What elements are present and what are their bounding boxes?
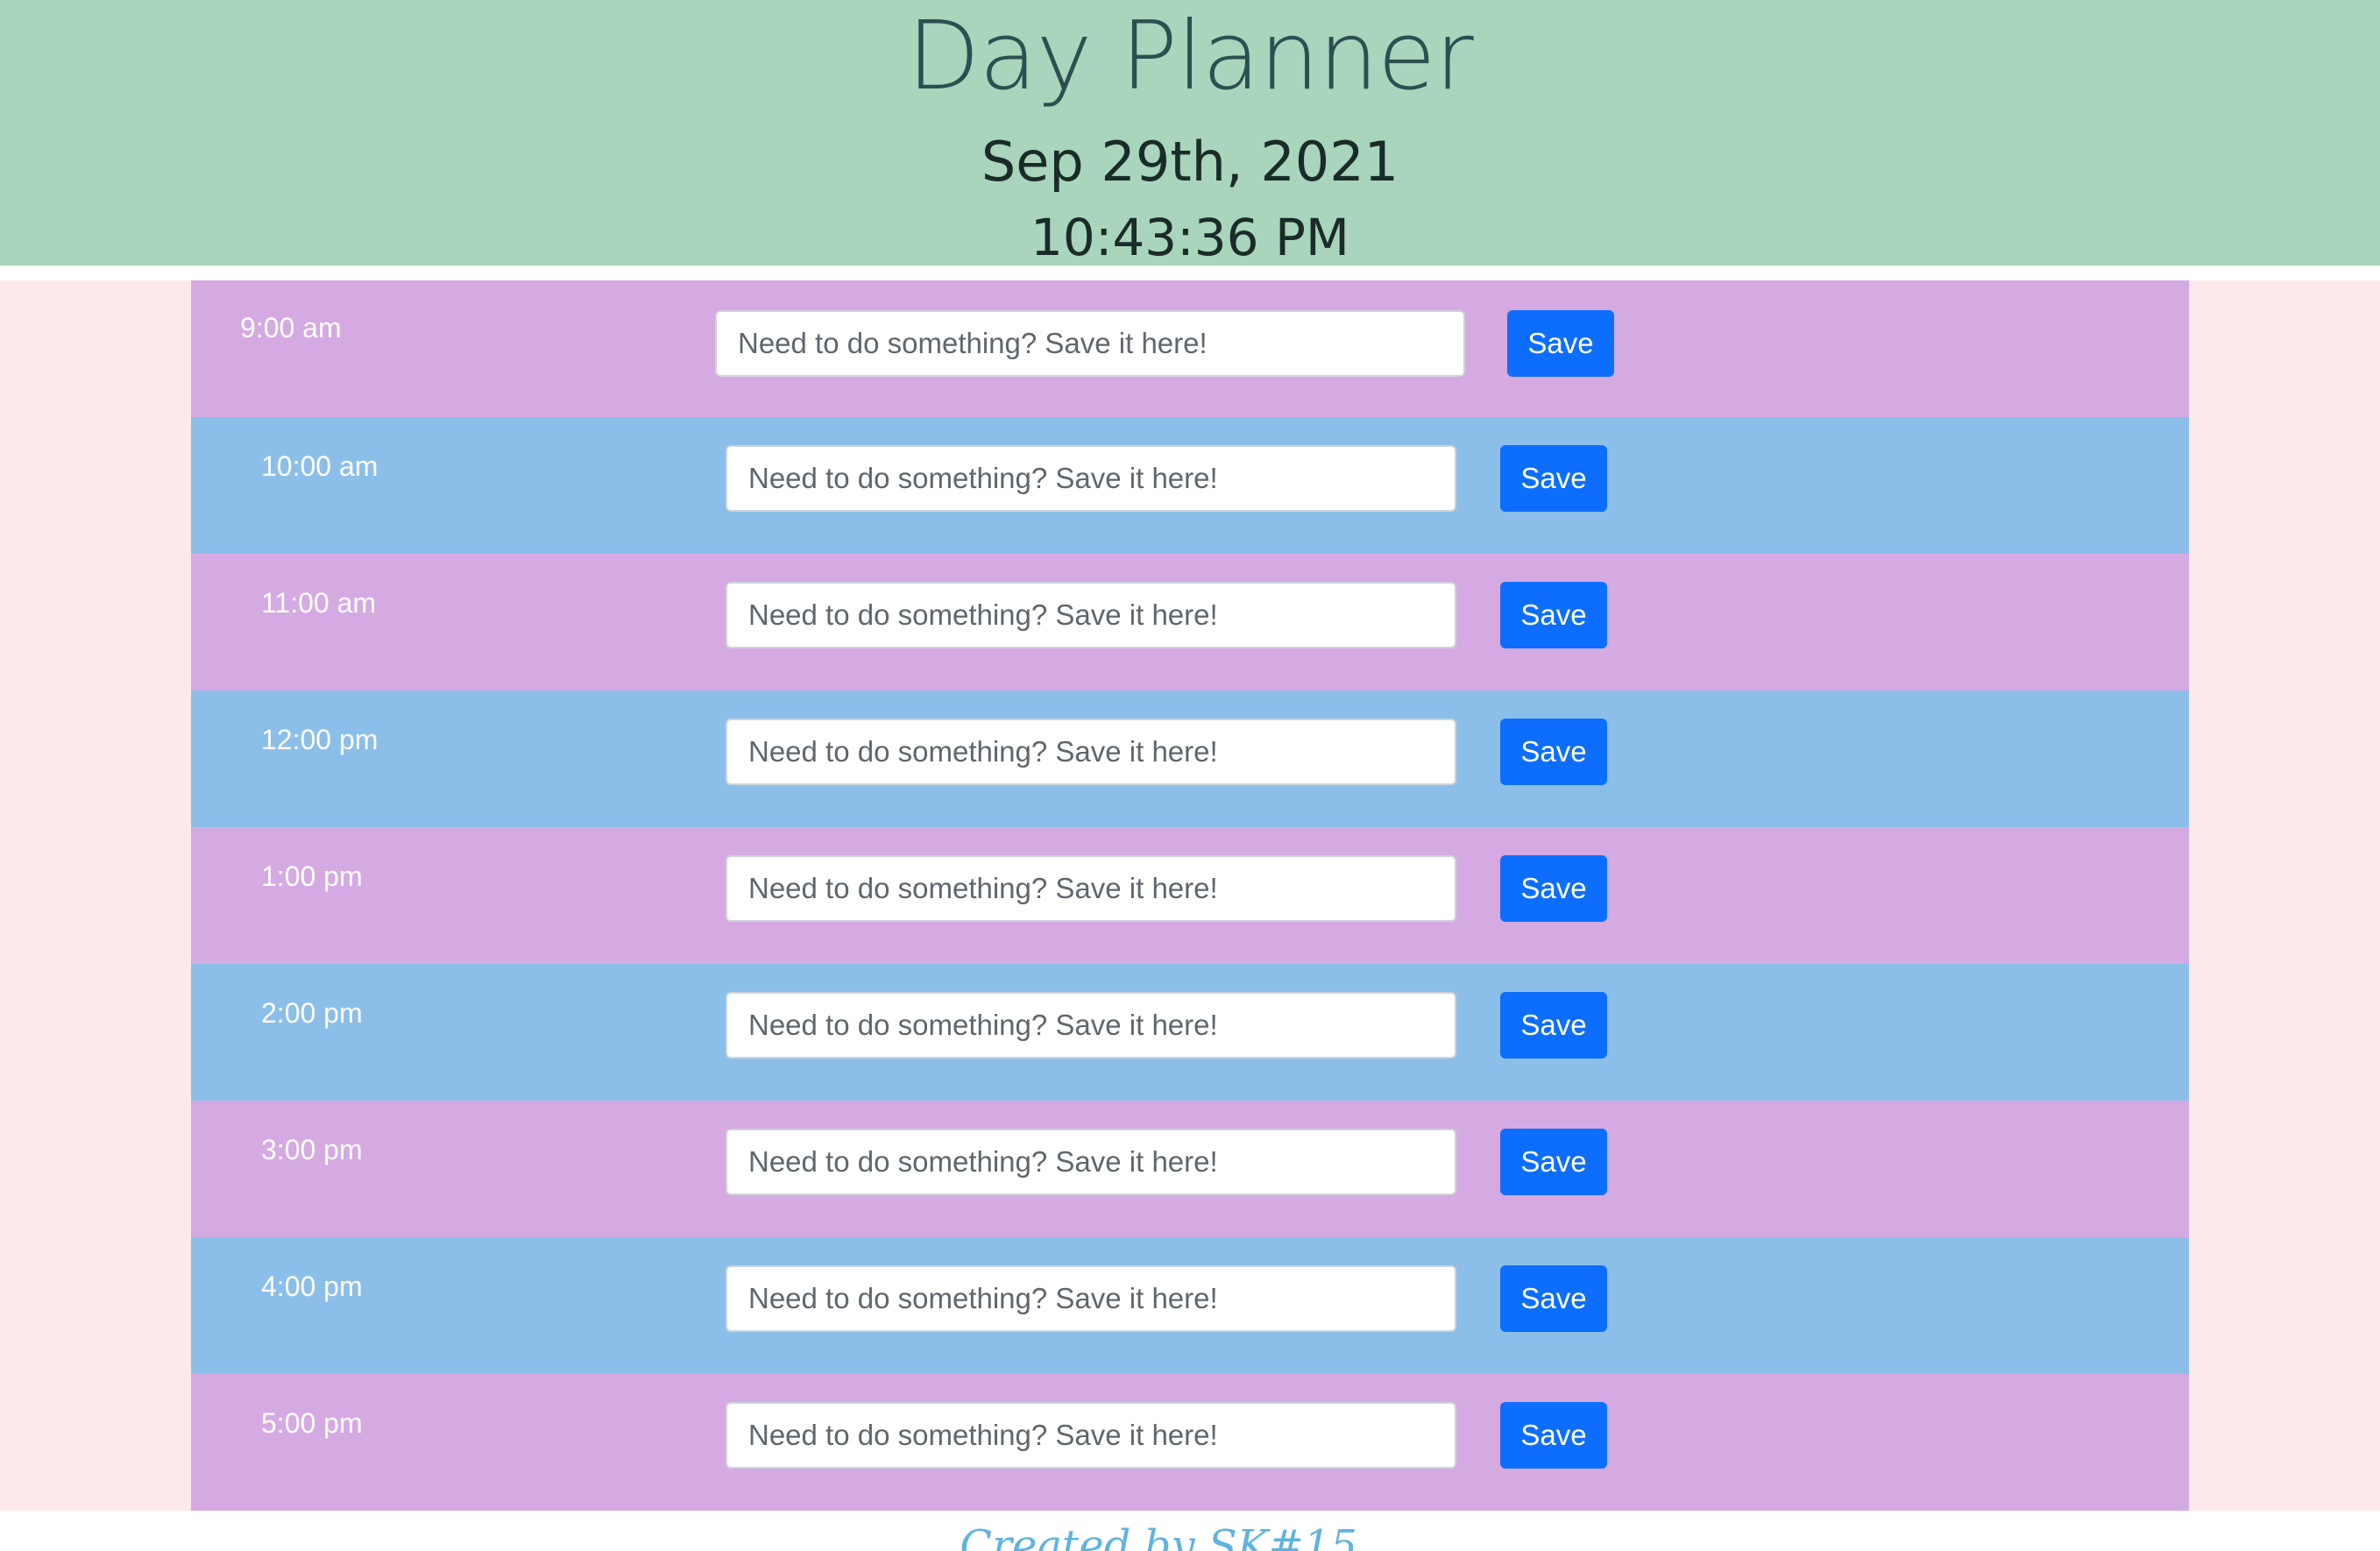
- current-time: 10:43:36 PM: [1031, 208, 1349, 267]
- task-input[interactable]: [726, 445, 1456, 512]
- hour-label: 4:00 pm: [261, 1271, 363, 1302]
- hour-label: 2:00 pm: [261, 997, 363, 1029]
- task-input[interactable]: [726, 1265, 1456, 1332]
- save-button[interactable]: Save: [1500, 582, 1607, 648]
- save-button[interactable]: Save: [1500, 445, 1607, 512]
- time-block-12pm: 12:00 pm Save: [191, 691, 2189, 827]
- task-input[interactable]: [726, 719, 1456, 785]
- time-block-11am: 11:00 am Save: [191, 554, 2189, 691]
- time-block-10am: 10:00 am Save: [191, 417, 2189, 554]
- time-block-9am: 9:00 am Save: [191, 280, 2189, 417]
- save-button[interactable]: Save: [1500, 1265, 1607, 1332]
- page-title: Day Planner: [907, 2, 1474, 111]
- time-block-4pm: 4:00 pm Save: [191, 1237, 2189, 1374]
- hour-label: 1:00 pm: [261, 860, 363, 892]
- save-button[interactable]: Save: [1500, 992, 1607, 1059]
- task-input[interactable]: [726, 855, 1456, 922]
- hour-label: 9:00 am: [240, 312, 342, 343]
- hour-label: 12:00 pm: [261, 724, 379, 755]
- task-input[interactable]: [726, 1402, 1456, 1469]
- save-button[interactable]: Save: [1500, 719, 1607, 785]
- time-block-5pm: 5:00 pm Save: [191, 1374, 2189, 1511]
- footer-credit: Created by SK#15: [960, 1521, 1357, 1551]
- save-button[interactable]: Save: [1500, 855, 1607, 922]
- hour-label: 10:00 am: [261, 450, 379, 482]
- page-footer: Created by SK#15: [0, 1511, 2380, 1551]
- task-input[interactable]: [726, 1129, 1456, 1195]
- save-button[interactable]: Save: [1500, 1129, 1607, 1195]
- save-button[interactable]: Save: [1507, 310, 1614, 377]
- current-date: Sep 29th, 2021: [981, 130, 1399, 194]
- hour-label: 11:00 am: [261, 587, 377, 619]
- hour-label: 3:00 pm: [261, 1134, 363, 1165]
- hour-label: 5:00 pm: [261, 1407, 363, 1439]
- planner-container: 9:00 am Save 10:00 am Save 11:00 am Save…: [191, 280, 2189, 1511]
- time-block-3pm: 3:00 pm Save: [191, 1101, 2189, 1237]
- task-input[interactable]: [715, 310, 1465, 377]
- page-header: Day Planner Sep 29th, 2021 10:43:36 PM: [0, 0, 2380, 267]
- time-block-1pm: 1:00 pm Save: [191, 827, 2189, 964]
- save-button[interactable]: Save: [1500, 1402, 1607, 1469]
- task-input[interactable]: [726, 992, 1456, 1059]
- time-block-2pm: 2:00 pm Save: [191, 964, 2189, 1101]
- task-input[interactable]: [726, 582, 1456, 648]
